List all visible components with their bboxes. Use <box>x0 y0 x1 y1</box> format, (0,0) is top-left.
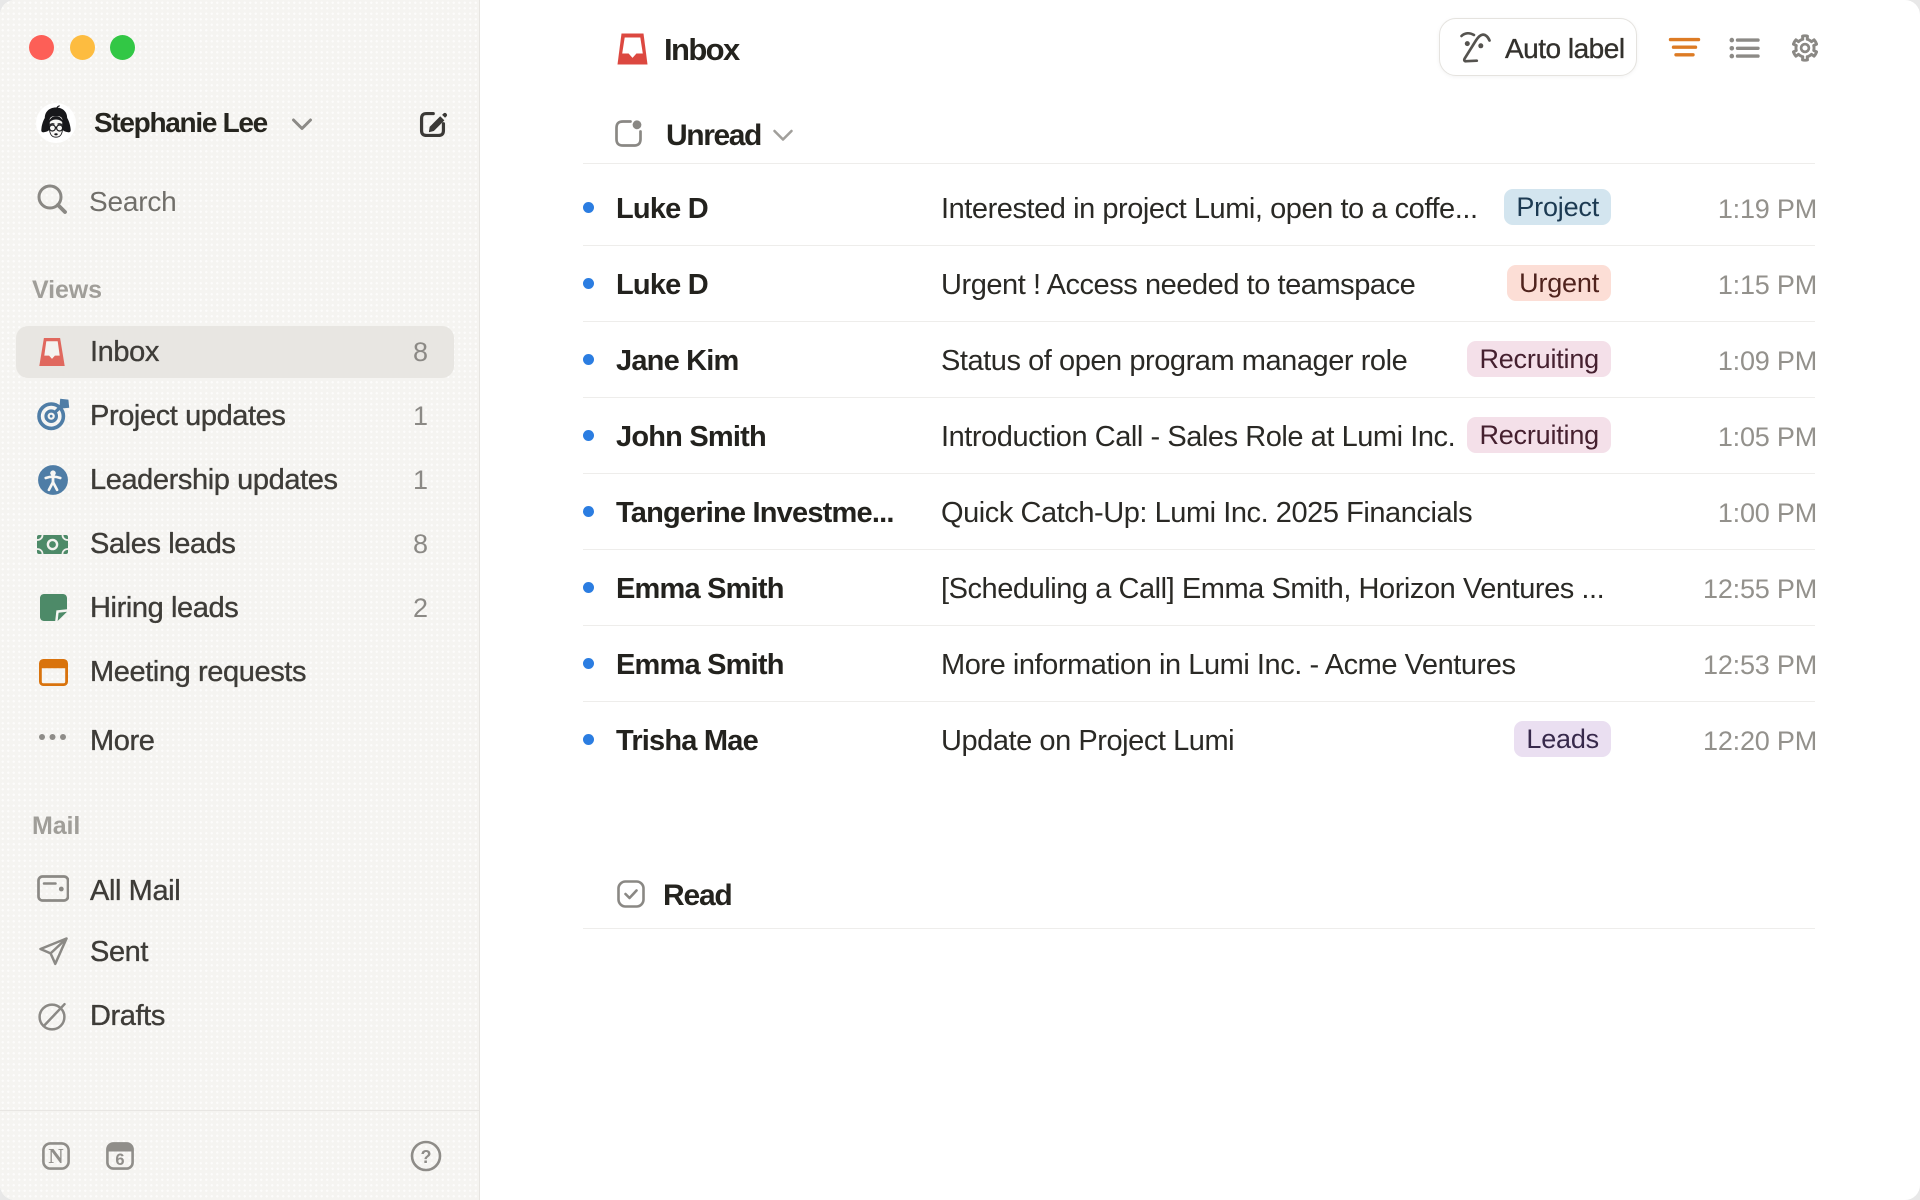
svg-text:?: ? <box>421 1147 432 1167</box>
svg-text:N: N <box>48 1144 63 1168</box>
svg-text:6: 6 <box>115 1151 124 1169</box>
